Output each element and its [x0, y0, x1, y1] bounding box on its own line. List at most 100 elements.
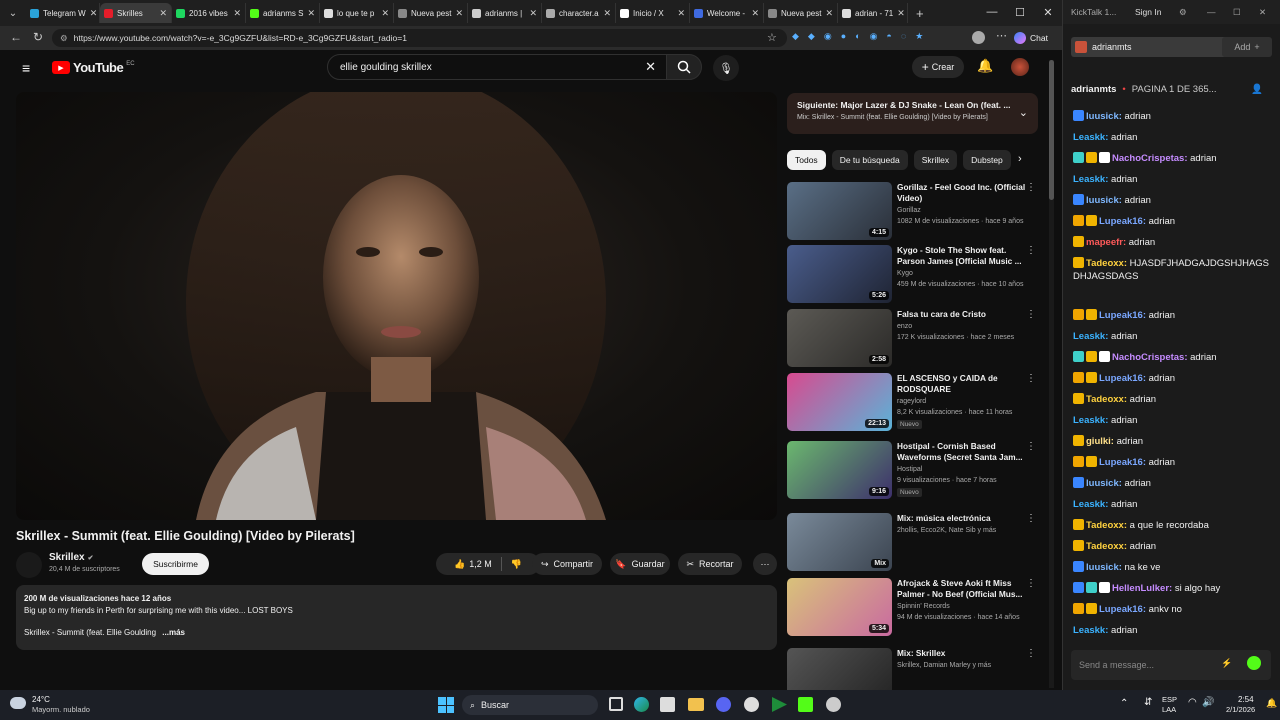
recommendation-channel[interactable]: 2hollis, Ecco2K, Nate Sib y más	[897, 526, 996, 536]
discord-icon[interactable]	[716, 697, 731, 712]
more-options-icon[interactable]: ⋮	[1026, 648, 1036, 659]
recommendation-item[interactable]: 5:26 Kygo - Stole The Show feat. Parson J…	[787, 245, 1042, 307]
media-player-icon[interactable]	[772, 697, 787, 712]
recommendation-title[interactable]: Mix: música electrónica	[897, 513, 1027, 524]
kick-close-icon[interactable]: ✕	[1259, 7, 1266, 18]
recommendation-channel[interactable]: Kygo	[897, 269, 913, 279]
channel-avatar[interactable]	[16, 552, 42, 578]
expand-chevron-icon[interactable]: ⌄	[1019, 106, 1028, 119]
more-options-icon[interactable]: ⋮	[1026, 373, 1036, 384]
video-thumbnail[interactable]: 4:15	[787, 182, 892, 240]
browser-tab[interactable]: 2016 vibes ✕	[172, 3, 246, 23]
chat-username[interactable]: Leaskk:	[1073, 331, 1108, 342]
minimize-icon[interactable]: —	[978, 6, 1006, 19]
chat-username[interactable]: NachoCrispetas:	[1112, 153, 1188, 164]
browser-tab[interactable]: Welcome - ✕	[690, 3, 764, 23]
user-icon[interactable]: 👤	[1251, 84, 1263, 95]
share-button[interactable]: ↪ Compartir	[532, 553, 602, 575]
tab-close-icon[interactable]: ✕	[307, 8, 315, 19]
task-view-icon[interactable]	[609, 697, 623, 711]
recommendation-channel[interactable]: Skrillex, Damian Marley y más	[897, 661, 991, 671]
recommendation-title[interactable]: Hostipal - Cornish Based Waveforms (Secr…	[897, 441, 1027, 463]
more-actions-button[interactable]: ⋯	[753, 553, 777, 575]
kick-emote-icon[interactable]	[1247, 656, 1261, 670]
extension-icons[interactable]: ◆◆◉●◐◉◓◌★	[792, 31, 932, 42]
more-options-icon[interactable]: ⋮	[1026, 578, 1036, 589]
filter-chip[interactable]: Dubstep	[963, 150, 1011, 170]
recommendation-item[interactable]: 2:58 Falsa tu cara de Cristo enzo 172 K vis…	[787, 309, 1042, 371]
store-icon[interactable]	[660, 697, 675, 712]
chat-username[interactable]: luusick:	[1086, 478, 1122, 489]
explorer-icon[interactable]	[688, 698, 704, 711]
back-icon[interactable]: ←	[10, 30, 22, 44]
recommendation-title[interactable]: Gorillaz - Feel Good Inc. (Official Vide…	[897, 182, 1027, 204]
chat-username[interactable]: Tadeoxx:	[1086, 394, 1127, 405]
start-button[interactable]	[438, 697, 454, 713]
network-icon[interactable]: ⇵	[1144, 697, 1152, 708]
dislike-button[interactable]: 👎	[511, 559, 522, 570]
chat-username[interactable]: Leaskk:	[1073, 499, 1108, 510]
chat-username[interactable]: Lupeak16:	[1099, 457, 1146, 468]
steam-icon[interactable]	[744, 697, 759, 712]
recommendation-channel[interactable]: rageylord	[897, 397, 926, 407]
tray-chevron-icon[interactable]: ⌃	[1120, 698, 1128, 709]
more-options-icon[interactable]: ⋮	[1026, 441, 1036, 452]
browser-tab[interactable]: lo que te p ✕	[320, 3, 394, 23]
chat-username[interactable]: giulki:	[1086, 436, 1114, 447]
edge-icon[interactable]	[634, 697, 649, 712]
browser-tab[interactable]: Telegram W ✕	[26, 3, 100, 23]
video-player[interactable]	[16, 92, 777, 520]
chat-username[interactable]: luusick:	[1086, 111, 1122, 122]
emote-icon[interactable]: ⚡	[1221, 658, 1232, 669]
filter-chip[interactable]: Skrillex	[913, 150, 958, 170]
tab-close-icon[interactable]: ✕	[159, 8, 167, 19]
chat-username[interactable]: luusick:	[1086, 562, 1122, 573]
browser-tab[interactable]: Skrilles ✕	[100, 3, 172, 23]
browser-tab[interactable]: Inicio / X ✕	[616, 3, 690, 23]
recommendation-item[interactable]: 9:16 Hostipal - Cornish Based Waveforms (…	[787, 441, 1042, 503]
tab-close-icon[interactable]: ✕	[90, 8, 98, 19]
menu-dots-icon[interactable]: ⋯	[996, 29, 1007, 42]
wifi-icon[interactable]: ◠	[1188, 697, 1197, 708]
video-thumbnail[interactable]: 5:26	[787, 245, 892, 303]
recommendation-title[interactable]: Afrojack & Steve Aoki ft Miss Palmer - N…	[897, 578, 1027, 600]
chat-username[interactable]: Tadeoxx:	[1086, 541, 1127, 552]
filter-chip[interactable]: De tu búsqueda	[831, 150, 908, 170]
address-bar[interactable]: ⚙ https://www.youtube.com/watch?v=-e_3Cg…	[52, 29, 787, 47]
reload-icon[interactable]: ↻	[33, 30, 43, 44]
video-thumbnail[interactable]: 9:16	[787, 441, 892, 499]
recommendation-title[interactable]: Kygo - Stole The Show feat. Parson James…	[897, 245, 1027, 267]
browser-tab[interactable]: adrian - 71 ✕	[838, 3, 908, 23]
browser-tab[interactable]: Nueva pest ✕	[394, 3, 468, 23]
more-options-icon[interactable]: ⋮	[1026, 513, 1036, 524]
recommendation-channel[interactable]: Gorillaz	[897, 206, 921, 216]
create-button[interactable]: + Crear	[912, 56, 964, 78]
description-box[interactable]: 200 M de visualizaciones hace 12 años Bi…	[16, 585, 777, 650]
kick-app-icon[interactable]	[798, 697, 813, 712]
tab-close-icon[interactable]: ✕	[897, 8, 905, 19]
tab-close-icon[interactable]: ✕	[455, 8, 463, 19]
like-button[interactable]: 👍 1,2 M	[454, 559, 492, 570]
taskbar-search[interactable]: ⌕ Buscar	[462, 695, 598, 715]
browser-tab[interactable]: character.a ✕	[542, 3, 616, 23]
close-icon[interactable]: ✕	[1034, 6, 1062, 19]
notifications-bell-icon[interactable]: 🔔	[977, 58, 993, 74]
page-scrollbar[interactable]	[1049, 60, 1054, 688]
new-tab-button[interactable]: +	[916, 6, 924, 21]
show-more-link[interactable]: ...más	[162, 628, 185, 637]
lang-top[interactable]: ESP	[1162, 695, 1177, 704]
recommendation-channel[interactable]: Hostipal	[897, 465, 922, 475]
more-options-icon[interactable]: ⋮	[1026, 182, 1036, 193]
clock-time[interactable]: 2:54	[1238, 695, 1254, 704]
maximize-icon[interactable]: ☐	[1006, 6, 1034, 19]
bookmark-star-icon[interactable]: ☆	[767, 31, 777, 44]
tab-close-icon[interactable]: ✕	[825, 8, 833, 19]
account-avatar[interactable]	[1011, 58, 1029, 76]
tab-close-icon[interactable]: ✕	[381, 8, 389, 19]
tab-close-icon[interactable]: ✕	[677, 8, 685, 19]
recommendation-channel[interactable]: enzo	[897, 322, 912, 332]
notification-bell-icon[interactable]: 🔔	[1266, 698, 1277, 709]
chat-username[interactable]: NachoCrispetas:	[1112, 352, 1188, 363]
recommendation-item[interactable]: 4:15 Gorillaz - Feel Good Inc. (Official …	[787, 182, 1042, 244]
browser-tab[interactable]: Nueva pest ✕	[764, 3, 838, 23]
